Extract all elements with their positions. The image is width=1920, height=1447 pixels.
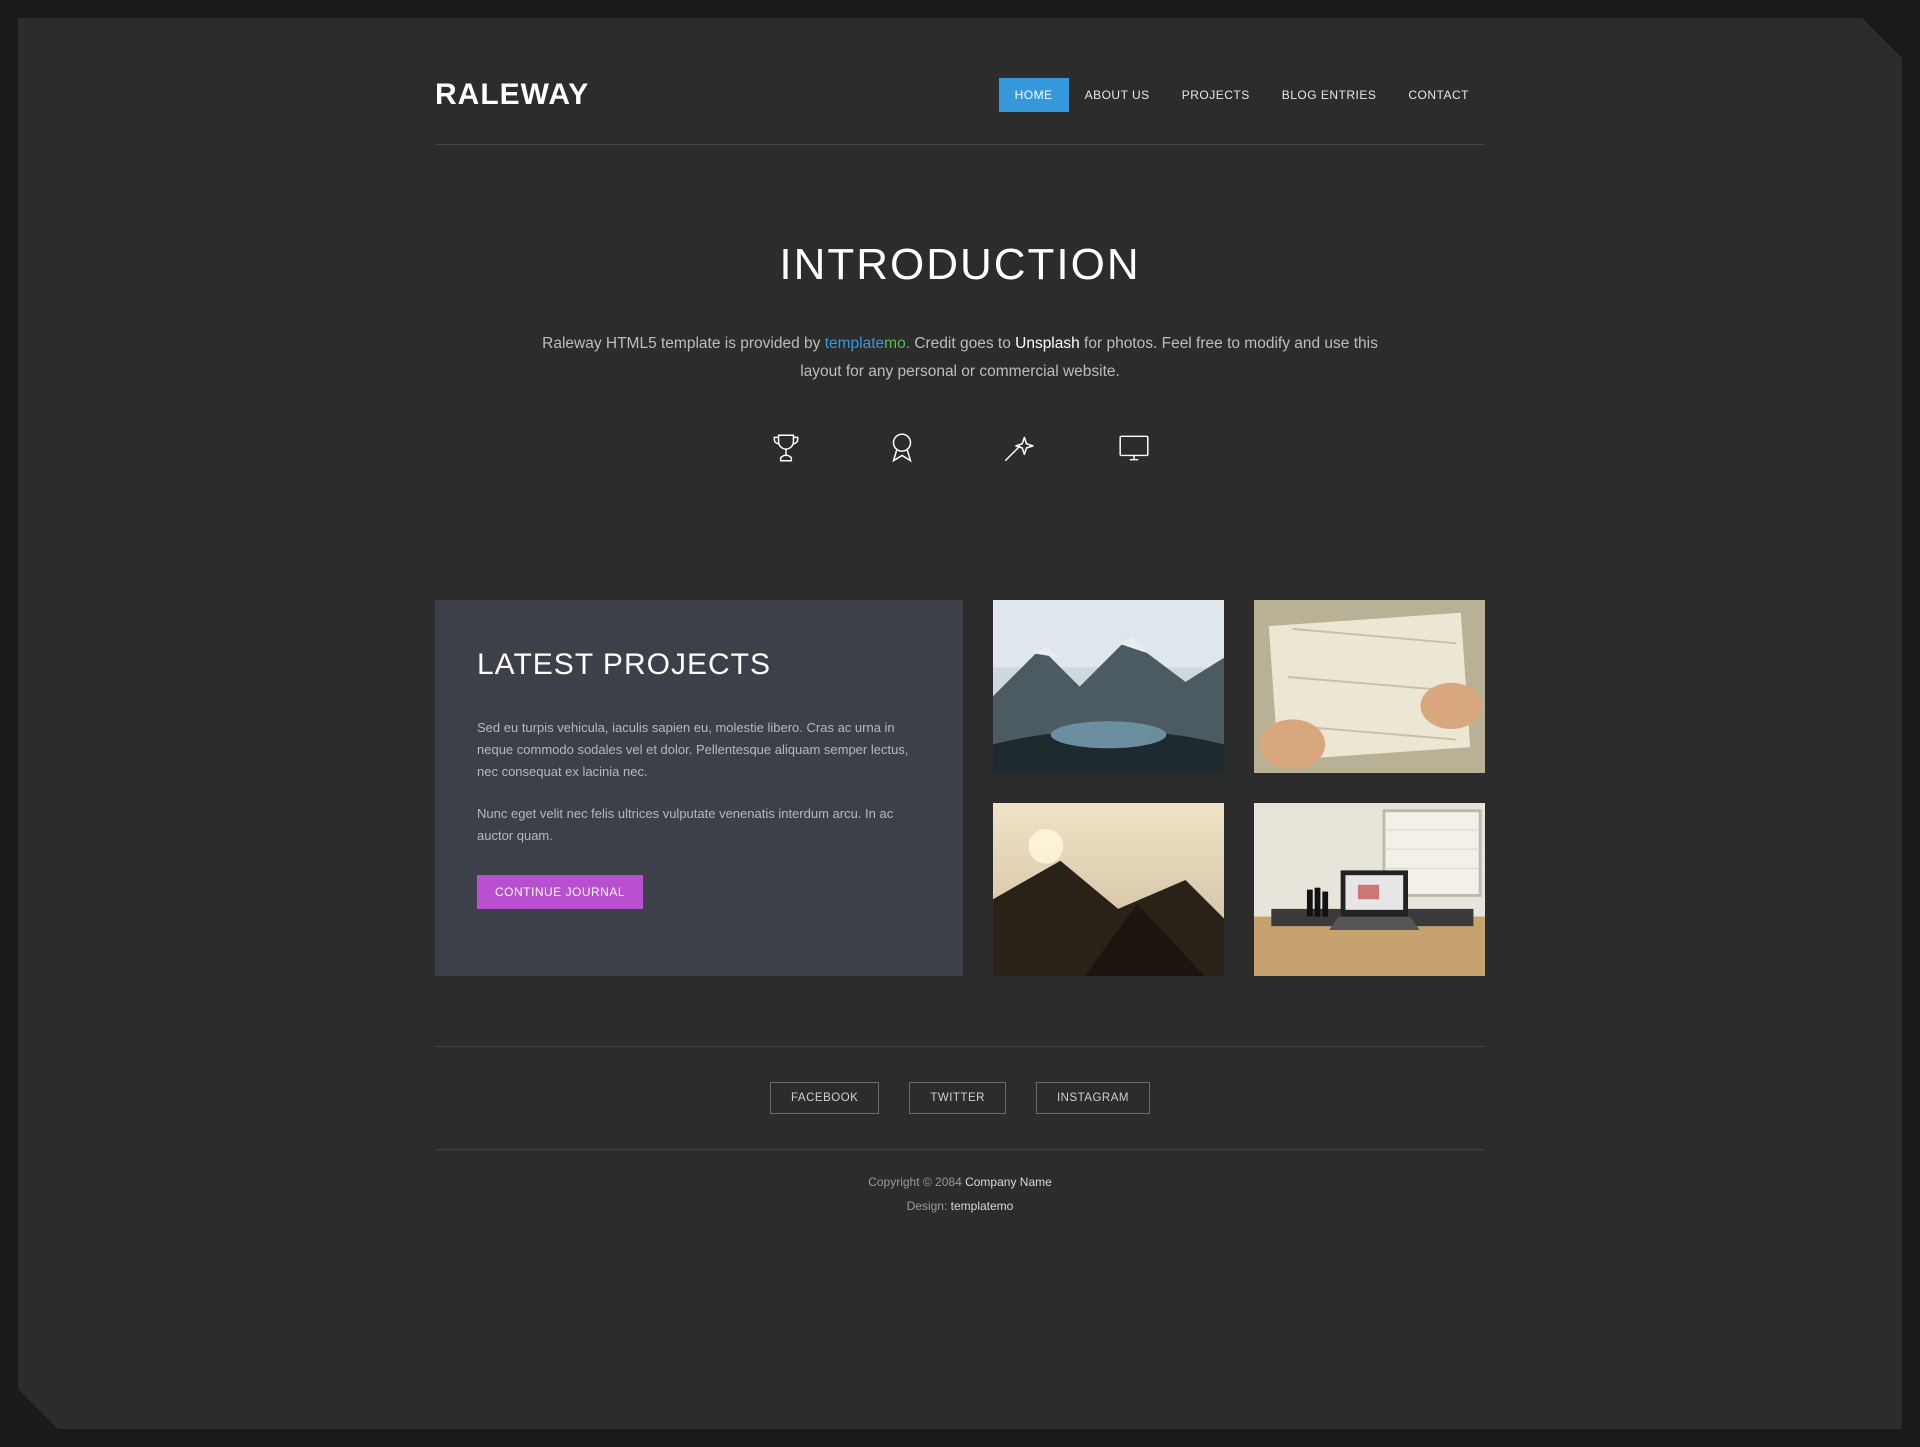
- feature-icons-row: [435, 386, 1485, 500]
- social-links: FACEBOOK TWITTER INSTAGRAM: [435, 1047, 1485, 1149]
- templatemo-link[interactable]: templatemo: [825, 335, 906, 352]
- intro-paragraph: Raleway HTML5 template is provided by te…: [520, 330, 1400, 386]
- project-thumb-desk[interactable]: [1254, 803, 1485, 976]
- project-thumb-map[interactable]: [1254, 600, 1485, 773]
- site-logo[interactable]: RALEWAY: [435, 78, 589, 112]
- design-prefix: Design:: [907, 1199, 951, 1213]
- nav-contact[interactable]: CONTACT: [1392, 78, 1485, 112]
- intro-text-before: Raleway HTML5 template is provided by: [542, 335, 825, 352]
- trophy-icon: [769, 431, 803, 470]
- company-name: Company Name: [965, 1175, 1052, 1189]
- social-instagram[interactable]: INSTAGRAM: [1036, 1082, 1150, 1114]
- projects-panel: LATEST PROJECTS Sed eu turpis vehicula, …: [435, 600, 963, 977]
- social-twitter[interactable]: TWITTER: [909, 1082, 1006, 1114]
- copyright-prefix: Copyright © 2084: [868, 1175, 965, 1189]
- projects-heading: LATEST PROJECTS: [477, 648, 921, 682]
- intro-section: INTRODUCTION Raleway HTML5 template is p…: [435, 170, 1485, 540]
- projects-grid: [993, 600, 1485, 977]
- footer-notes: Copyright © 2084 Company Name Design: te…: [435, 1150, 1485, 1273]
- nav-projects[interactable]: PROJECTS: [1166, 78, 1266, 112]
- main-nav: HOME ABOUT US PROJECTS BLOG ENTRIES CONT…: [999, 78, 1485, 112]
- projects-para-1: Sed eu turpis vehicula, iaculis sapien e…: [477, 717, 921, 783]
- continue-journal-button[interactable]: CONTINUE JOURNAL: [477, 875, 643, 909]
- intro-heading: INTRODUCTION: [435, 240, 1485, 290]
- project-thumb-mountain[interactable]: [993, 600, 1224, 773]
- unsplash-link[interactable]: Unsplash: [1015, 335, 1080, 352]
- monitor-icon: [1117, 431, 1151, 470]
- nav-blog[interactable]: BLOG ENTRIES: [1266, 78, 1393, 112]
- header-divider: [435, 144, 1485, 145]
- project-thumb-coast[interactable]: [993, 803, 1224, 976]
- social-facebook[interactable]: FACEBOOK: [770, 1082, 879, 1114]
- projects-para-2: Nunc eget velit nec felis ultrices vulpu…: [477, 803, 921, 847]
- design-link[interactable]: templatemo: [951, 1199, 1014, 1213]
- nav-home[interactable]: HOME: [999, 78, 1069, 112]
- wand-icon: [1001, 431, 1035, 470]
- nav-about[interactable]: ABOUT US: [1069, 78, 1166, 112]
- projects-section: LATEST PROJECTS Sed eu turpis vehicula, …: [435, 540, 1485, 1047]
- badge-icon: [885, 431, 919, 470]
- intro-text-mid: Credit goes to: [910, 335, 1015, 352]
